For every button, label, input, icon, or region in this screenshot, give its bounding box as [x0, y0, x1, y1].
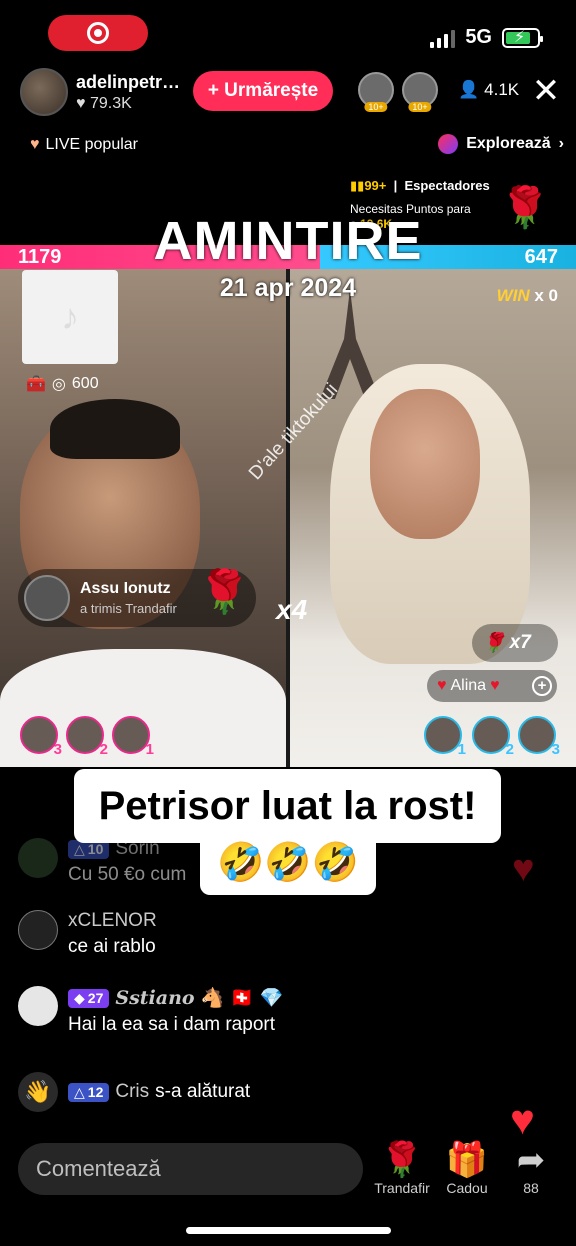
share-button[interactable]: ➦ 88 [508, 1140, 554, 1196]
supporter-avatar[interactable]: 2 [472, 716, 514, 758]
record-icon [87, 22, 109, 44]
commenter-avatar [18, 910, 58, 950]
gift-sender-avatar [24, 575, 70, 621]
signal-icon [430, 28, 456, 48]
battery-icon: ⚡ [502, 27, 543, 48]
gift-action-text: a trimis Trandafir [80, 601, 177, 616]
level-badge: △ 12 [68, 1082, 110, 1102]
add-icon[interactable]: + [532, 676, 552, 696]
host-avatar[interactable] [20, 68, 68, 116]
coin-icon: ◎ [51, 376, 66, 393]
status-bar: 5G ⚡ [430, 26, 543, 49]
heart-icon: ♥ [76, 94, 86, 112]
explore-button[interactable]: Explorează › [438, 134, 564, 154]
caption-banner: Petrisor luat la rost! [74, 769, 501, 843]
commenter-avatar [18, 838, 58, 878]
commenter-avatar [18, 986, 58, 1026]
heart-icon: ♥ [437, 677, 447, 694]
overlay-title: AMINTIRE [153, 211, 423, 271]
supporter-avatar[interactable]: 3 [518, 716, 560, 758]
swiss-flag-icon: 🇨🇭 [230, 988, 254, 1009]
rose-count-badge[interactable]: 🌹 x7 [472, 624, 558, 662]
coin-counter[interactable]: 🧰 ◎ 600 [26, 374, 99, 394]
live-popular-label[interactable]: ♥ LIVE popular [30, 136, 138, 154]
gift-sender-name: Assu Ionutz [80, 580, 171, 597]
close-icon[interactable]: ✕ [531, 74, 561, 110]
rose-icon: 🌹 [380, 1141, 424, 1179]
rose-icon: 🌹 [482, 633, 506, 654]
supporter-avatar[interactable]: 1 [424, 716, 466, 758]
heart-icon: ♥ [30, 136, 40, 153]
rose-gift-icon: 🌹 [198, 568, 251, 615]
host-name: adelinpetr… [76, 71, 181, 92]
comment-text: Hai la ea sa i dam raport [68, 1014, 275, 1035]
commenter-name: Sstiano [115, 987, 195, 1009]
viewer-count[interactable]: 👤 4.1K [458, 80, 519, 100]
treasure-chest-icon: 🧰 [26, 376, 46, 393]
rank-info[interactable]: ▮▮99+ | Espectadores [350, 178, 490, 194]
top-viewer-avatar[interactable]: 10+ [358, 72, 394, 112]
follow-button[interactable]: + Urmărește [193, 71, 333, 111]
comment-item[interactable]: △ 10 Sorin Cu 50 €o cum [18, 838, 186, 886]
screen-record-indicator[interactable] [48, 15, 148, 51]
comment-item[interactable]: ◆ 27 Sstiano 🐴 🇨🇭 💎 Hai la ea sa i dam rapor… [18, 986, 284, 1036]
commenter-name: xCLENOR [68, 910, 157, 931]
horse-icon: 🐴 [200, 988, 225, 1009]
wave-hand-icon: 👋 [18, 1072, 58, 1112]
explore-icon [438, 134, 459, 154]
home-indicator[interactable] [186, 1227, 391, 1234]
gift-button[interactable]: 🎁 Cadou [440, 1140, 494, 1196]
comment-text: s-a alăturat [155, 1081, 251, 1102]
gift-multiplier: x4 [276, 594, 308, 625]
heart-icon: ♥ [490, 677, 500, 694]
host-likes: ♥ 79.3K [76, 94, 132, 112]
supporter-avatar[interactable]: 1 [112, 716, 154, 758]
comment-text: ce ai rablo [68, 936, 156, 957]
top-viewer-avatar[interactable]: 10+ [402, 72, 438, 112]
comment-item[interactable]: xCLENOR ce ai rablo [18, 910, 157, 958]
like-heart-icon[interactable]: ♥ [510, 1096, 535, 1144]
level-badge: ◆ 27 [68, 988, 110, 1008]
person-icon: 👤 [458, 80, 480, 99]
supporter-avatar[interactable]: 2 [66, 716, 108, 758]
rose-gift-button[interactable]: 🌹 Trandafir [372, 1140, 432, 1196]
heart-icon: ♥ [512, 848, 535, 890]
diamond-icon: 💎 [259, 988, 284, 1009]
commenter-name: Cris [115, 1081, 150, 1102]
chevron-right-icon: › [558, 135, 564, 152]
caption-emoji: 🤣🤣🤣 [200, 835, 376, 895]
comment-text: Cu 50 €o cum [68, 864, 187, 885]
comment-input[interactable] [18, 1143, 363, 1195]
network-label: 5G [465, 26, 492, 48]
host-info[interactable]: adelinpetr… ♥ 79.3K [20, 68, 180, 116]
join-notice: 👋 △ 12 Cris s-a alăturat [18, 1072, 250, 1112]
share-icon: ➦ [516, 1141, 546, 1179]
overlay-date: 21 apr 2024 [219, 274, 357, 302]
supporter-avatar[interactable]: 3 [20, 716, 62, 758]
gift-icon: 🎁 [445, 1141, 489, 1179]
